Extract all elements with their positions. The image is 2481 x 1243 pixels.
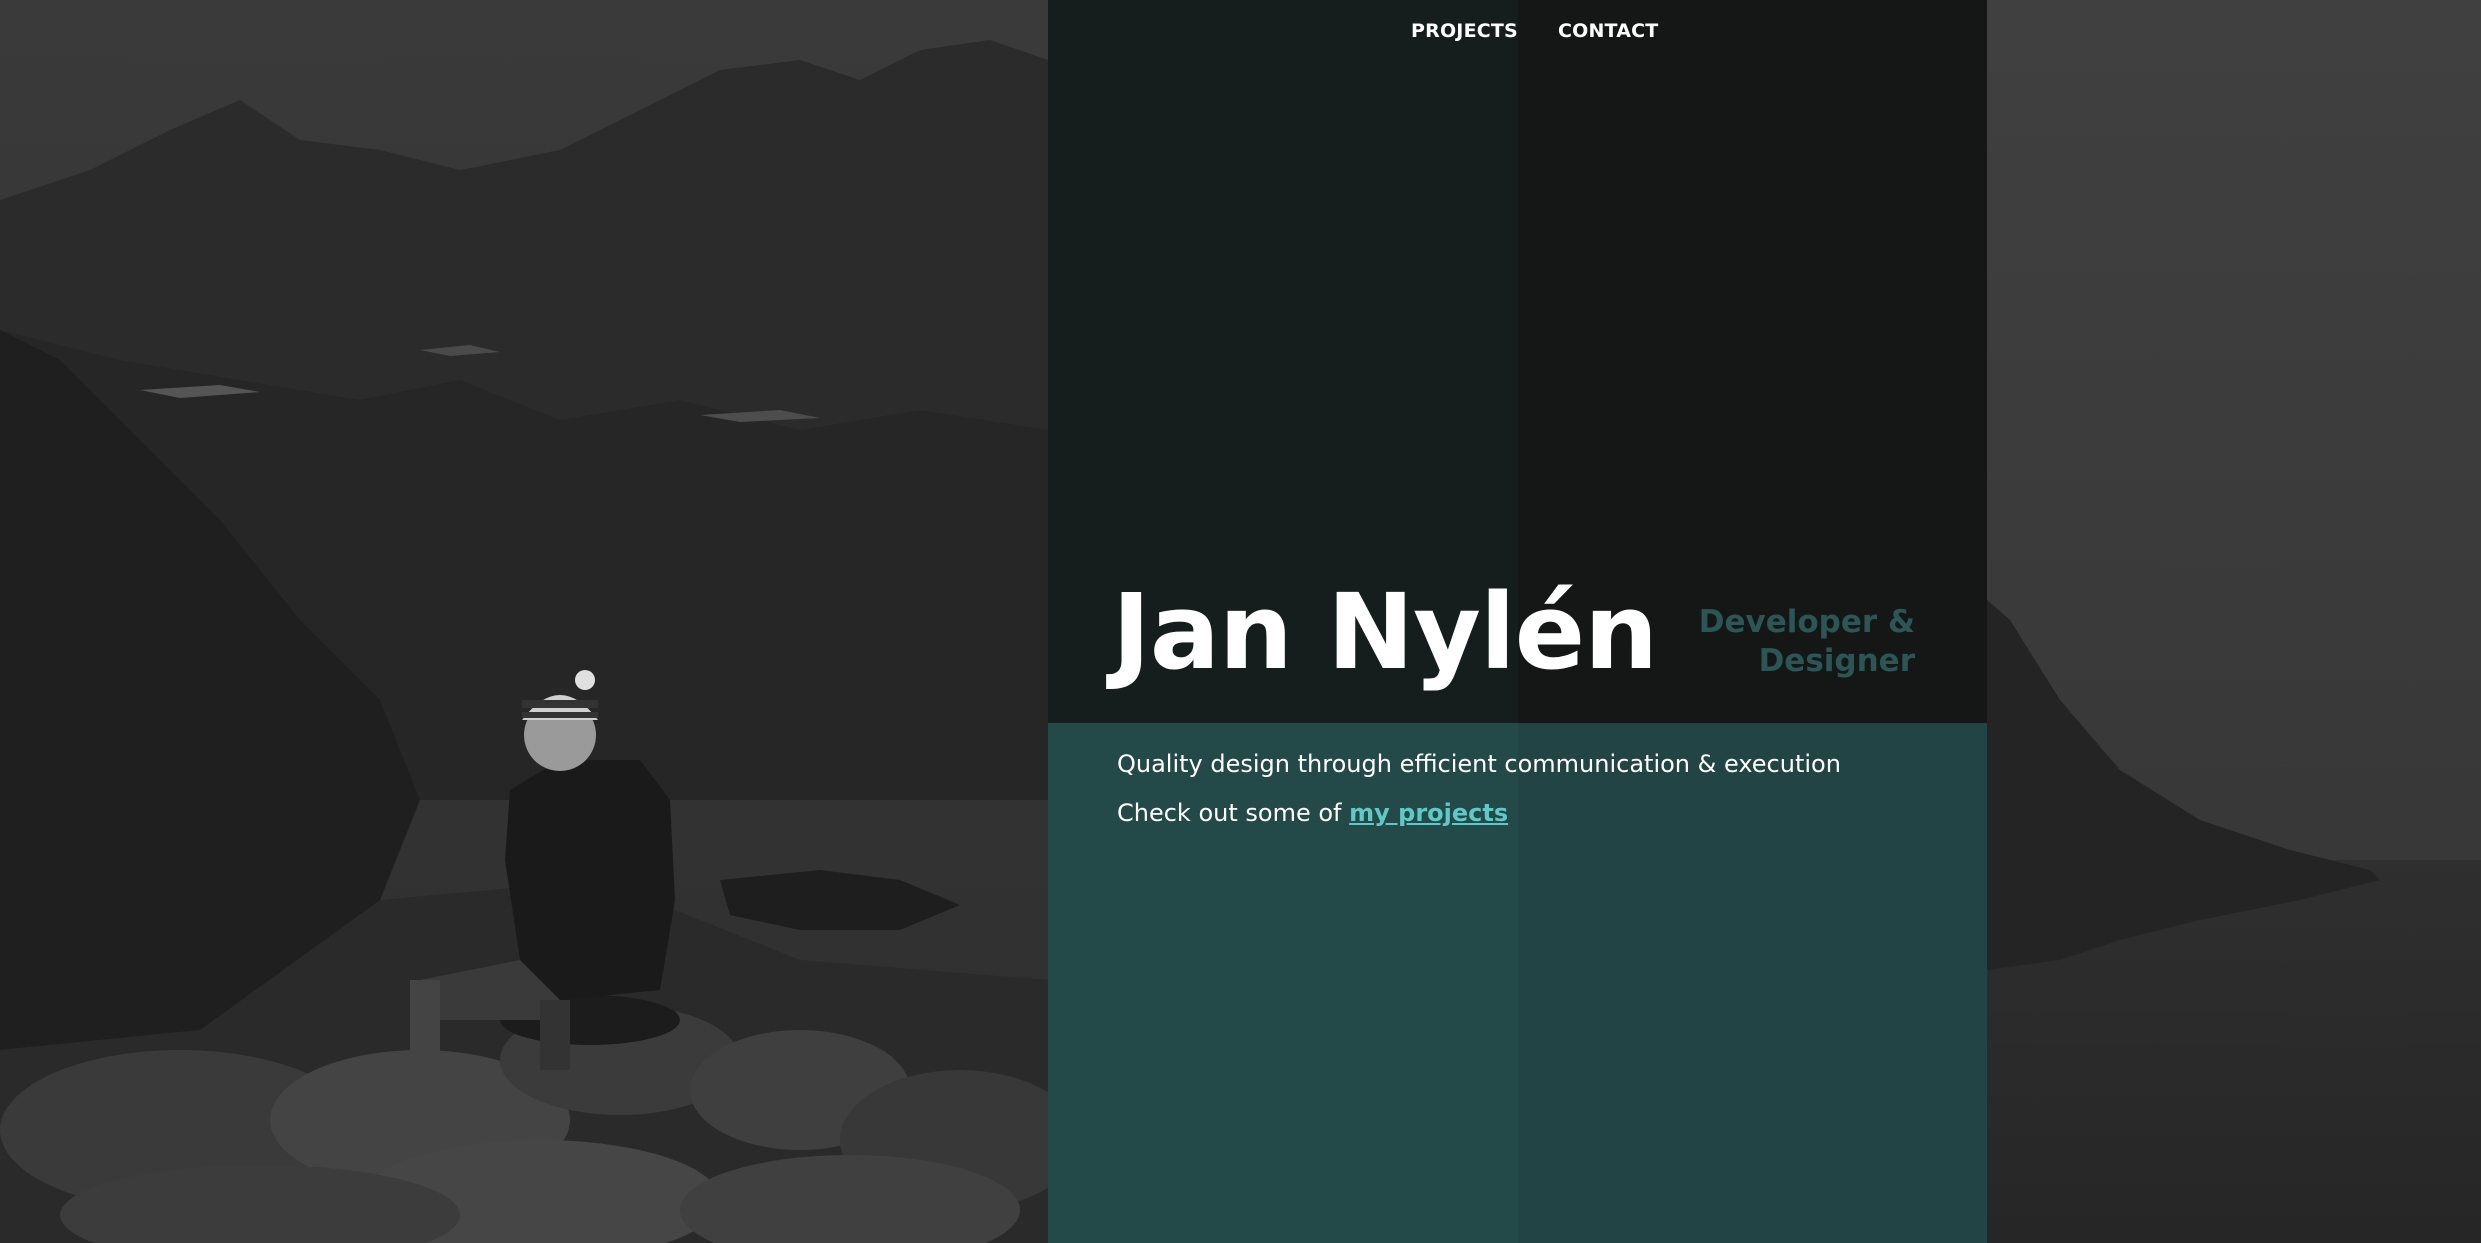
hero-role-line2: Designer — [1758, 643, 1915, 679]
nav-contact-link[interactable]: CONTACT — [1558, 20, 1659, 42]
hero-role-line1: Developer & — [1698, 604, 1915, 640]
top-nav: PROJECTS CONTACT — [1411, 20, 1658, 42]
hero-cta: Check out some of my projects — [1117, 799, 1508, 827]
hero-role: Developer & Designer — [1675, 603, 1915, 681]
my-projects-link[interactable]: my projects — [1349, 799, 1508, 827]
hero-tagline: Quality design through efficient communi… — [1117, 750, 1841, 778]
hero-name: Jan Nylén — [1112, 571, 1658, 693]
hero-cta-prefix: Check out some of — [1117, 799, 1350, 827]
nav-projects-link[interactable]: PROJECTS — [1411, 20, 1518, 42]
page: PROJECTS CONTACT Jan Nylén Developer & D… — [0, 0, 2481, 1243]
